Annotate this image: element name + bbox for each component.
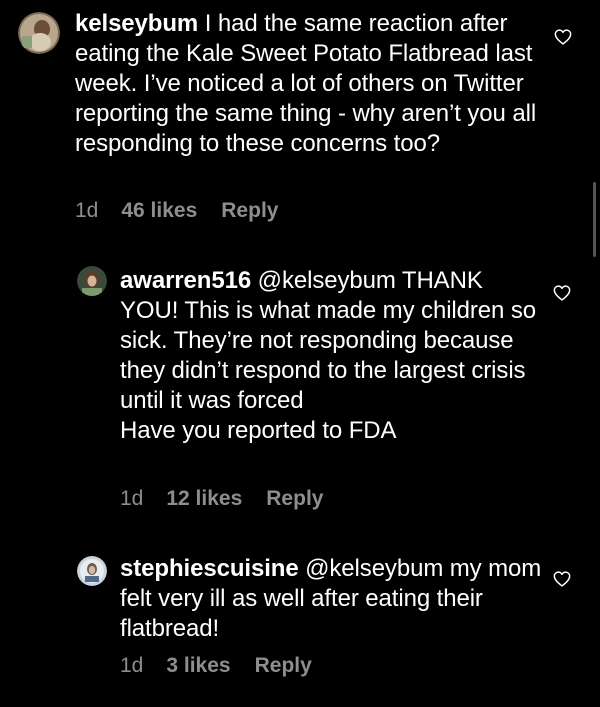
comment-text: awarren516 @kelseybum THANK YOU! This is… — [120, 266, 545, 446]
likes-count[interactable]: 12 likes — [166, 487, 242, 511]
comment-meta: 1d 3 likes Reply — [120, 654, 312, 678]
likes-count[interactable]: 46 likes — [121, 199, 197, 223]
avatar[interactable] — [77, 266, 107, 296]
timestamp: 1d — [75, 199, 99, 222]
likes-count[interactable]: 3 likes — [166, 654, 230, 678]
timestamp: 1d — [120, 654, 144, 677]
comment-meta: 1d 12 likes Reply — [120, 487, 323, 511]
comment-text: stephiescuisine @kelseybum my mom felt v… — [120, 554, 545, 644]
avatar[interactable] — [18, 12, 60, 54]
comment-body-line: Have you reported to FDA — [120, 417, 397, 444]
reply-button[interactable]: Reply — [266, 487, 323, 511]
timestamp: 1d — [120, 487, 144, 510]
heart-outline-icon[interactable] — [553, 285, 571, 301]
heart-outline-icon[interactable] — [554, 29, 572, 45]
reply-button[interactable]: Reply — [255, 654, 312, 678]
heart-outline-icon[interactable] — [553, 571, 571, 587]
username[interactable]: awarren516 — [120, 267, 251, 294]
username[interactable]: kelseybum — [75, 10, 198, 37]
comment-meta: 1d 46 likes Reply — [75, 199, 278, 223]
reply-button[interactable]: Reply — [221, 199, 278, 223]
scrollbar[interactable] — [593, 182, 596, 257]
comment-text: kelseybum I had the same reaction after … — [75, 9, 545, 159]
username[interactable]: stephiescuisine — [120, 555, 299, 582]
avatar[interactable] — [77, 556, 107, 586]
